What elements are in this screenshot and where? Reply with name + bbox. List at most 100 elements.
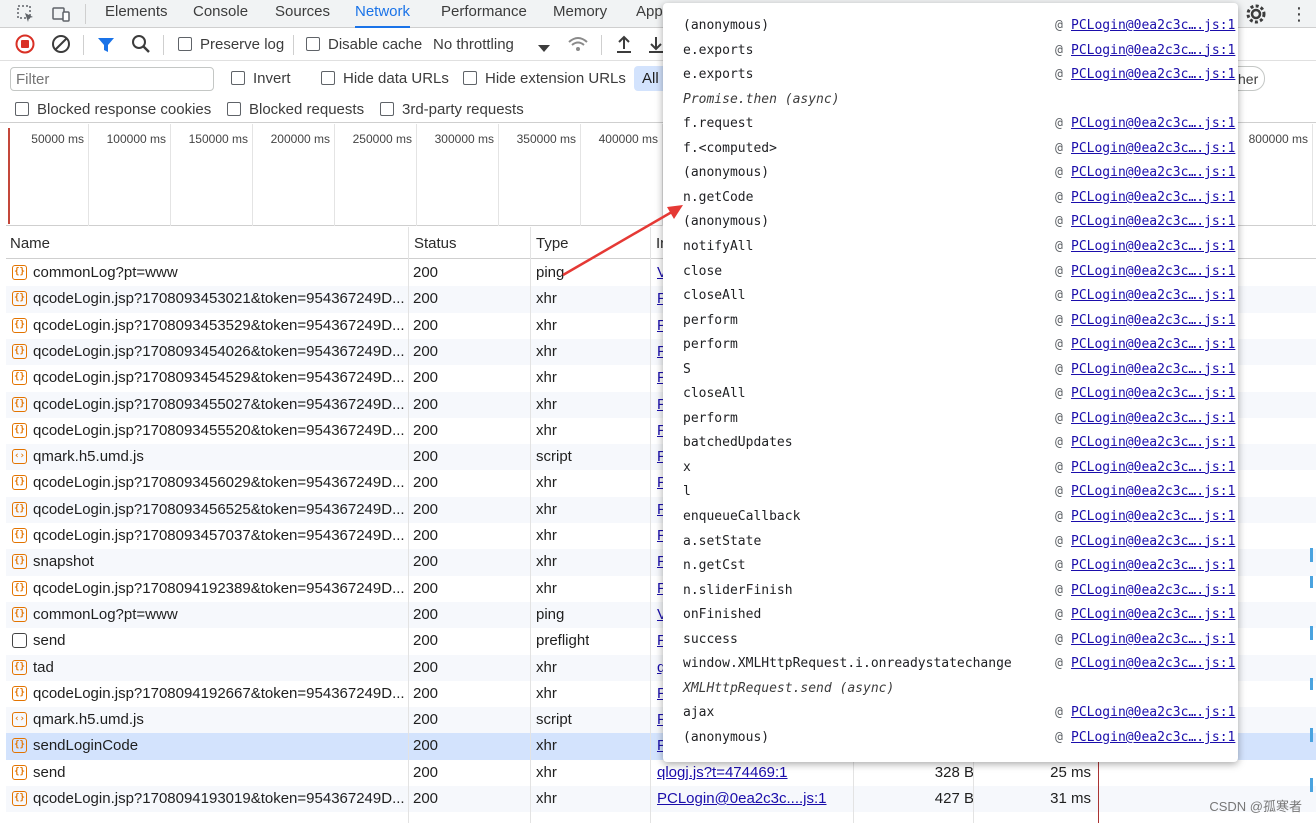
table-row[interactable]: {} qcodeLogin.jsp?1708094193019&token=954…	[6, 786, 1316, 813]
frame-source-link[interactable]: PCLogin@0ea2c3c….js:1	[1071, 407, 1235, 431]
clear-icon[interactable]	[51, 34, 71, 57]
frame-source-link[interactable]: PCLogin@0ea2c3c….js:1	[1071, 284, 1235, 308]
hide-extension-urls-label: Hide extension URLs	[485, 70, 626, 87]
frame-source-link[interactable]: PCLogin@0ea2c3c….js:1	[1071, 210, 1235, 234]
hide-data-urls-checkbox[interactable]	[321, 71, 335, 85]
xhr-fetch-icon: {}	[12, 606, 27, 622]
stop-recording-icon[interactable]	[15, 34, 35, 57]
chevron-down-icon[interactable]	[538, 40, 550, 56]
frame-at-symbol: @	[1055, 656, 1063, 672]
request-initiator[interactable]: PCLogin@0ea2c3c....js:1	[657, 790, 827, 807]
tab-sources[interactable]: Sources	[275, 0, 330, 28]
tab-memory[interactable]: Memory	[553, 0, 607, 28]
tab-elements[interactable]: Elements	[105, 0, 168, 28]
wifi-settings-icon[interactable]	[567, 35, 589, 58]
disable-cache-checkbox[interactable]	[306, 37, 320, 51]
column-status-header[interactable]: Status	[414, 235, 457, 252]
stack-frame: n.getCode @ PCLogin@0ea2c3c….js:1	[683, 186, 1235, 210]
tab-network[interactable]: Network	[355, 0, 411, 28]
frame-source-link[interactable]: PCLogin@0ea2c3c….js:1	[1071, 235, 1235, 259]
request-status: 200	[413, 369, 439, 387]
request-type: xhr	[536, 474, 557, 492]
frame-function-name: (anonymous)	[683, 729, 770, 745]
waterfall-edge	[1310, 548, 1313, 808]
request-name: qcodeLogin.jsp?1708093453021&token=95436…	[33, 290, 405, 308]
frame-source-link[interactable]: PCLogin@0ea2c3c….js:1	[1071, 63, 1235, 87]
frame-at-symbol: @	[1055, 288, 1063, 304]
frame-source-link[interactable]: PCLogin@0ea2c3c….js:1	[1071, 554, 1235, 578]
filter-funnel-icon[interactable]	[96, 35, 116, 58]
frame-function-name: f.<computed>	[683, 140, 777, 156]
script-file-icon: ‹›	[12, 449, 27, 465]
export-download-icon[interactable]	[649, 34, 663, 57]
frame-source-link[interactable]: PCLogin@0ea2c3c….js:1	[1071, 161, 1235, 185]
frame-source-link[interactable]: PCLogin@0ea2c3c….js:1	[1071, 431, 1235, 455]
overview-tick-label: 150000 ms	[188, 132, 248, 146]
stack-frame: a.setState @ PCLogin@0ea2c3c….js:1	[683, 530, 1235, 554]
frame-source-link[interactable]: PCLogin@0ea2c3c….js:1	[1071, 628, 1235, 652]
inspect-element-icon[interactable]	[16, 4, 36, 27]
table-row[interactable]: {} send 200 xhr qlogj.js?t=474469:1 328 B 25 m…	[6, 760, 1316, 786]
frame-function-name: f.request	[683, 116, 754, 132]
request-type: xhr	[536, 500, 557, 518]
frame-function-name: enqueueCallback	[683, 509, 801, 524]
settings-gear-icon[interactable]	[1245, 3, 1267, 28]
request-size: 427 B	[934, 790, 974, 807]
frame-at-symbol: @	[1055, 238, 1063, 254]
frame-source-link[interactable]: PCLogin@0ea2c3c….js:1	[1071, 309, 1235, 333]
request-status: 200	[413, 474, 439, 492]
frame-source-link[interactable]: PCLogin@0ea2c3c….js:1	[1071, 333, 1235, 357]
xhr-fetch-icon: {}	[12, 791, 27, 806]
frame-function-name: onFinished	[683, 607, 762, 623]
frame-source-link[interactable]: PCLogin@0ea2c3c….js:1	[1071, 652, 1235, 676]
device-toolbar-icon[interactable]	[51, 4, 71, 27]
request-type: xhr	[536, 342, 557, 360]
more-options-icon[interactable]: ⋮	[1290, 4, 1308, 25]
request-size: 328 B	[934, 763, 974, 781]
frame-source-link[interactable]: PCLogin@0ea2c3c….js:1	[1071, 530, 1235, 554]
frame-source-link[interactable]: PCLogin@0ea2c3c….js:1	[1071, 456, 1235, 480]
request-name: commonLog?pt=www	[33, 264, 178, 281]
stack-frame: batchedUpdates @ PCLogin@0ea2c3c….js:1	[683, 431, 1235, 455]
frame-function-name: Promise.then (async)	[683, 91, 840, 107]
search-icon[interactable]	[131, 34, 151, 57]
frame-source-link[interactable]: PCLogin@0ea2c3c….js:1	[1071, 480, 1235, 504]
frame-source-link[interactable]: PCLogin@0ea2c3c….js:1	[1071, 579, 1235, 603]
xhr-fetch-icon: {}	[12, 764, 27, 780]
tab-console[interactable]: Console	[193, 0, 248, 28]
frame-source-link[interactable]: PCLogin@0ea2c3c….js:1	[1071, 14, 1235, 38]
request-name: send	[33, 632, 66, 650]
filter-input[interactable]	[10, 67, 214, 91]
frame-source-link[interactable]: PCLogin@0ea2c3c….js:1	[1071, 358, 1235, 382]
xhr-fetch-icon: {}	[12, 370, 27, 386]
frame-source-link[interactable]: PCLogin@0ea2c3c….js:1	[1071, 726, 1235, 750]
frame-source-link[interactable]: PCLogin@0ea2c3c….js:1	[1071, 137, 1235, 161]
hide-extension-urls-checkbox[interactable]	[463, 71, 477, 85]
frame-source-link[interactable]: PCLogin@0ea2c3c….js:1	[1071, 382, 1235, 406]
frame-at-symbol: @	[1055, 533, 1063, 549]
request-initiator[interactable]: qlogj.js?t=474469:1	[657, 764, 788, 781]
preserve-log-checkbox[interactable]	[178, 37, 192, 51]
request-name: qcodeLogin.jsp?1708094193019&token=95436…	[33, 790, 405, 807]
filter-all-chip[interactable]: All	[634, 66, 667, 91]
blocked-cookies-checkbox[interactable]	[15, 102, 29, 116]
frame-source-link[interactable]: PCLogin@0ea2c3c….js:1	[1071, 39, 1235, 63]
blocked-requests-checkbox[interactable]	[227, 102, 241, 116]
request-name: send	[33, 763, 66, 781]
column-name-header[interactable]: Name	[10, 235, 50, 252]
request-type: xhr	[536, 316, 557, 334]
frame-source-link[interactable]: PCLogin@0ea2c3c….js:1	[1071, 505, 1235, 529]
frame-source-link[interactable]: PCLogin@0ea2c3c….js:1	[1071, 603, 1235, 627]
frame-source-link[interactable]: PCLogin@0ea2c3c….js:1	[1071, 701, 1235, 725]
frame-source-link[interactable]: PCLogin@0ea2c3c….js:1	[1071, 186, 1235, 210]
throttling-select[interactable]: No throttling	[433, 36, 514, 53]
request-name: qcodeLogin.jsp?1708093456029&token=95436…	[33, 474, 405, 492]
invert-checkbox[interactable]	[231, 71, 245, 85]
request-status: 200	[413, 790, 439, 807]
import-upload-icon[interactable]	[614, 34, 634, 57]
third-party-checkbox[interactable]	[380, 102, 394, 116]
tab-performance[interactable]: Performance	[441, 0, 527, 28]
frame-source-link[interactable]: PCLogin@0ea2c3c….js:1	[1071, 260, 1235, 284]
tab-app[interactable]: App	[636, 0, 663, 28]
frame-source-link[interactable]: PCLogin@0ea2c3c….js:1	[1071, 112, 1235, 136]
